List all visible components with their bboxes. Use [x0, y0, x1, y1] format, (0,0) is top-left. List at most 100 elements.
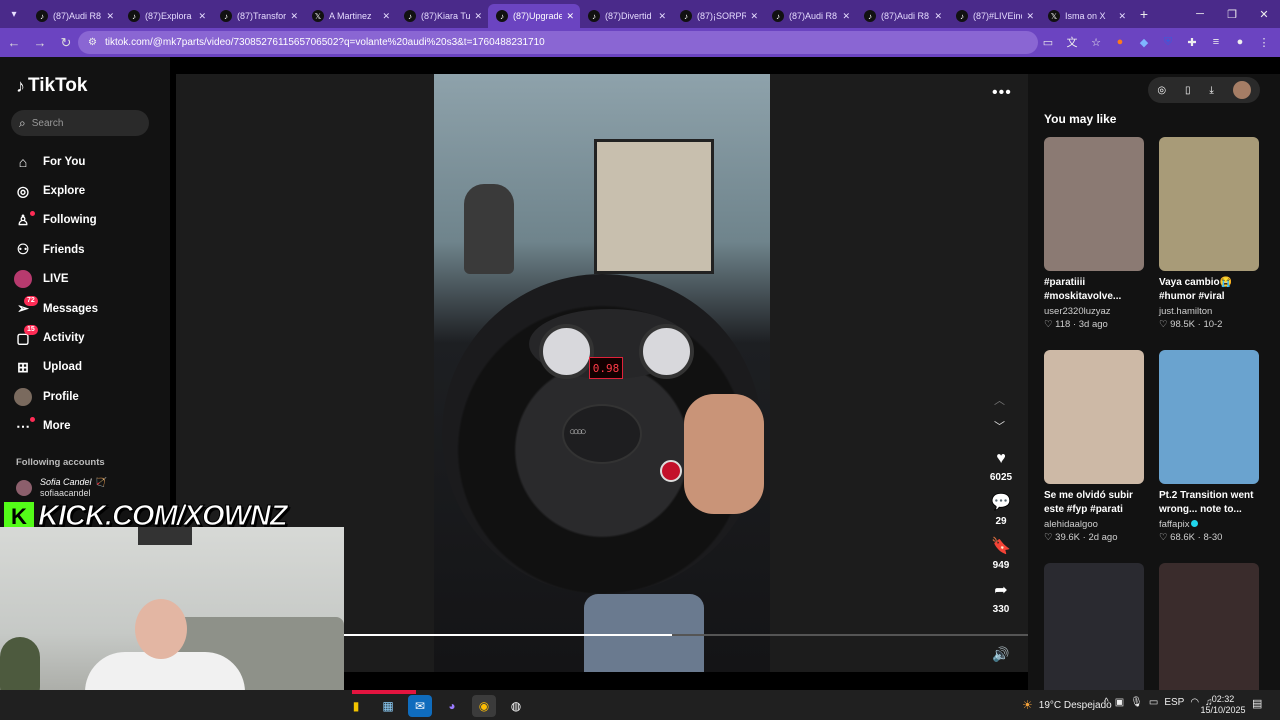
profile-avatar-icon[interactable]: ●: [1230, 32, 1250, 52]
download-icon[interactable]: ⤓: [1209, 85, 1213, 96]
tiktok-logo[interactable]: ♪ TikTok: [16, 75, 87, 97]
sidebar-item-upload[interactable]: ⊞ Upload: [14, 353, 98, 382]
progress-bar[interactable]: [344, 634, 1028, 636]
back-button[interactable]: ←: [2, 31, 26, 55]
recommended-video-card[interactable]: Pt.2 Transition went wrong... note to...…: [1159, 350, 1259, 543]
sidebar-item-more[interactable]: ⋯ More: [14, 412, 98, 441]
restore-button[interactable]: ❐: [1216, 0, 1248, 28]
tab-close-icon[interactable]: ✕: [566, 11, 574, 22]
explorer-icon[interactable]: ▮: [344, 695, 368, 717]
sidebar-item-for-you[interactable]: ⌂ For You: [14, 147, 98, 176]
tab-close-icon[interactable]: ✕: [842, 11, 850, 22]
extension-shield-icon[interactable]: ⛨: [1158, 32, 1178, 52]
recommended-video-card[interactable]: Vaya cambio😭 #humor #viral just.hamilton ♡…: [1159, 137, 1259, 330]
tab-close-icon[interactable]: ✕: [290, 11, 298, 22]
reload-button[interactable]: ↻: [54, 31, 78, 55]
media-controls-icon[interactable]: ≡: [1206, 32, 1226, 52]
sidebar-item-following[interactable]: ♙ Following: [14, 206, 98, 235]
browser-tab[interactable]: ♪ (87)Audi R8 ✕: [764, 4, 856, 28]
extensions-puzzle-icon[interactable]: ✚: [1182, 32, 1202, 52]
browser-tab[interactable]: ♪ (87)Upgrade ✕: [488, 4, 580, 28]
share-button[interactable]: ➦ 330: [984, 581, 1018, 625]
browser-tab[interactable]: ♪ (87)¡SORPRE✕: [672, 4, 764, 28]
bookmark-star-icon[interactable]: ☆: [1086, 32, 1106, 52]
clock[interactable]: 02:32 15/10/2025: [1200, 694, 1246, 716]
recommended-video-card[interactable]: #paratiiii #moskitavolve... user2320luzya…: [1044, 137, 1144, 330]
browser-tab[interactable]: ♪ (87)#LIVEinc ✕: [948, 4, 1040, 28]
tray-app-icon[interactable]: ▣: [1115, 697, 1124, 708]
previous-video-icon[interactable]: ︿: [994, 392, 1005, 408]
coin-icon[interactable]: ◎: [1157, 85, 1166, 96]
like-button[interactable]: ♥ 6025: [984, 449, 1018, 493]
phone-icon[interactable]: ▯: [1185, 85, 1191, 96]
browser-tab[interactable]: ♪ (87)Explora ✕: [120, 4, 212, 28]
tab-close-icon[interactable]: ✕: [106, 11, 114, 22]
more-options-icon[interactable]: •••: [992, 84, 1012, 102]
card-username[interactable]: user2320luzyaz: [1044, 306, 1144, 317]
sidebar-item-live[interactable]: LIVE: [14, 265, 98, 294]
video-thumbnail[interactable]: [1044, 350, 1144, 484]
tab-close-icon[interactable]: ✕: [750, 11, 758, 22]
weather-widget[interactable]: ☀ 19°C Despejado: [1022, 698, 1112, 712]
video-thumbnail[interactable]: [1044, 563, 1144, 697]
tab-search-button[interactable]: ▾: [0, 0, 28, 28]
forward-button[interactable]: →: [28, 31, 52, 55]
card-username[interactable]: alehidaalgoo: [1044, 519, 1144, 530]
user-avatar[interactable]: [1232, 81, 1251, 99]
video-thumbnail[interactable]: [1159, 563, 1259, 697]
site-info-icon[interactable]: ⚙: [88, 37, 97, 48]
minimize-button[interactable]: ─: [1184, 0, 1216, 28]
sidebar-item-activity[interactable]: ▢ 15 Activity: [14, 323, 98, 352]
extension-fox-icon[interactable]: ●: [1110, 32, 1130, 52]
tab-close-icon[interactable]: ✕: [658, 11, 666, 22]
browser-tab[interactable]: ♪ (87)Audi R8 ✕: [28, 4, 120, 28]
sidebar-item-friends[interactable]: ⚇ Friends: [14, 235, 98, 264]
browser-menu-icon[interactable]: ⋮: [1254, 32, 1274, 52]
tab-close-icon[interactable]: ✕: [474, 11, 482, 22]
browser-tab[interactable]: 𝕏 Isma on X ✕: [1040, 4, 1132, 28]
card-username[interactable]: faffapix: [1159, 519, 1259, 530]
sidebar-item-messages[interactable]: ➢ 72 Messages: [14, 294, 98, 323]
store-icon[interactable]: ▦: [376, 695, 400, 717]
url-bar[interactable]: ⚙ tiktok.com/@mk7parts/video/73085276115…: [78, 31, 1038, 54]
browser-tab[interactable]: ♪ (87)Divertid ✕: [580, 4, 672, 28]
chrome-icon[interactable]: ◉: [472, 695, 496, 717]
following-account[interactable]: Sofia Candel 🏹 sofiaacandel: [16, 477, 105, 498]
tab-close-icon[interactable]: ✕: [382, 11, 390, 22]
obs-icon[interactable]: ◍: [504, 695, 528, 717]
browser-tab[interactable]: 𝕏 A Martinez ✕: [304, 4, 396, 28]
notifications-icon[interactable]: ▤: [1252, 697, 1262, 710]
new-tab-button[interactable]: +: [1132, 6, 1156, 22]
discord-icon[interactable]: ◕: [440, 695, 464, 717]
battery-icon[interactable]: ▭: [1149, 697, 1158, 708]
video-thumbnail[interactable]: [1044, 137, 1144, 271]
tab-close-icon[interactable]: ✕: [934, 11, 942, 22]
sidebar-item-profile[interactable]: Profile: [14, 382, 98, 411]
video-frame[interactable]: 0.98 ○○○○: [434, 74, 770, 672]
sidebar-item-explore[interactable]: ◎ Explore: [14, 176, 98, 205]
recommended-video-card[interactable]: Se me olvidó subir este #fyp #parati aleh…: [1044, 350, 1144, 543]
video-thumbnail[interactable]: [1159, 137, 1259, 271]
extension-wing-icon[interactable]: ◆: [1134, 32, 1154, 52]
comment-button[interactable]: 💬 29: [984, 493, 1018, 537]
translate-icon[interactable]: 文: [1062, 32, 1082, 52]
recommended-video-card[interactable]: [1044, 563, 1144, 697]
language-indicator[interactable]: ESP: [1164, 697, 1184, 708]
tab-close-icon[interactable]: ✕: [1118, 11, 1126, 22]
wifi-icon[interactable]: ◠: [1190, 697, 1199, 708]
browser-tab[interactable]: ♪ (87)Transform✕: [212, 4, 304, 28]
browser-tab[interactable]: ♪ (87)Audi R8 ✕: [856, 4, 948, 28]
volume-icon[interactable]: 🔊: [992, 646, 1009, 663]
microphone-icon[interactable]: 🎙: [1130, 697, 1143, 708]
tab-close-icon[interactable]: ✕: [1026, 11, 1034, 22]
card-username[interactable]: just.hamilton: [1159, 306, 1259, 317]
next-video-icon[interactable]: ﹀: [994, 418, 1005, 434]
recommended-video-card[interactable]: [1159, 563, 1259, 697]
cast-icon[interactable]: ▭: [1038, 32, 1058, 52]
browser-tab[interactable]: ♪ (87)Kiara Tu ✕: [396, 4, 488, 28]
video-thumbnail[interactable]: [1159, 350, 1259, 484]
save-button[interactable]: 🔖 949: [984, 537, 1018, 581]
tab-close-icon[interactable]: ✕: [198, 11, 206, 22]
close-window-button[interactable]: ✕: [1248, 0, 1280, 28]
tray-chevron-icon[interactable]: ^: [1104, 697, 1109, 708]
